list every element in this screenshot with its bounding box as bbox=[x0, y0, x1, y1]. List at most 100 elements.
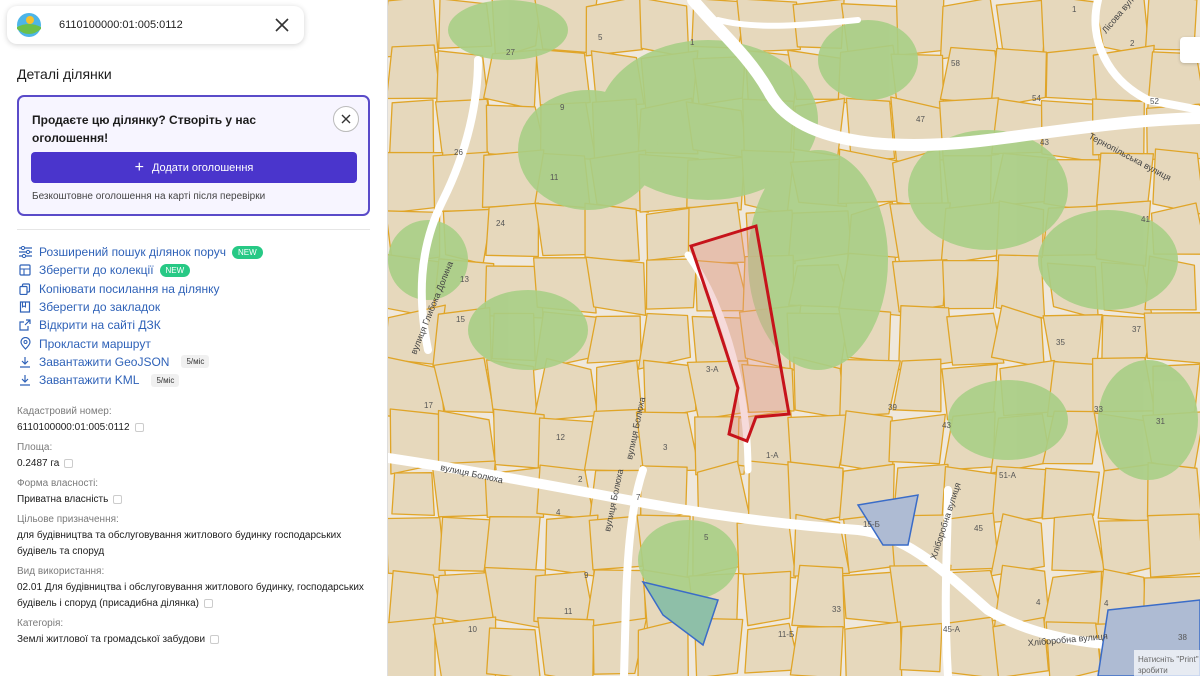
action-label: Зберегти до закладок bbox=[39, 300, 161, 315]
print-hint: Натисніть "Print" зробити скріншот bbox=[1134, 650, 1200, 676]
house-number: 58 bbox=[951, 59, 960, 68]
copy-icon[interactable] bbox=[203, 598, 213, 608]
download-icon bbox=[18, 373, 32, 387]
parcel[interactable] bbox=[645, 258, 698, 310]
nearby-search-link[interactable]: Розширений пошук ділянок поруч NEW bbox=[18, 243, 263, 261]
download-geojson-action[interactable]: Завантажити GeoJSON 5/міс bbox=[18, 353, 263, 371]
new-badge: NEW bbox=[159, 263, 191, 277]
parcel[interactable] bbox=[586, 315, 642, 364]
parcel[interactable] bbox=[534, 202, 590, 257]
parcel[interactable] bbox=[736, 521, 797, 579]
parcel[interactable] bbox=[438, 516, 492, 572]
house-number: 11-Б bbox=[778, 630, 794, 639]
category-value: Землі житлової та громадської забудови bbox=[17, 634, 206, 645]
copy-icon[interactable] bbox=[64, 458, 74, 468]
house-number: 27 bbox=[506, 48, 515, 57]
parcel[interactable] bbox=[433, 357, 495, 414]
house-number: 43 bbox=[942, 421, 951, 430]
parcel[interactable] bbox=[899, 622, 943, 673]
limit-badge: 5/міс bbox=[151, 373, 180, 387]
copy-icon[interactable] bbox=[210, 634, 220, 644]
parcel[interactable] bbox=[432, 616, 497, 676]
parcel[interactable] bbox=[888, 413, 946, 465]
building-layer-button[interactable] bbox=[1180, 37, 1200, 63]
parcel[interactable] bbox=[492, 408, 546, 470]
cadastral-number-value: 6110100000:01:005:0112 bbox=[17, 422, 130, 433]
parcel[interactable] bbox=[789, 625, 844, 676]
parcel[interactable] bbox=[584, 202, 640, 263]
house-number: 52 bbox=[1150, 97, 1159, 106]
parcel[interactable] bbox=[941, 259, 1001, 310]
filter-icon bbox=[18, 245, 32, 259]
usage-value: 02.01 Для будівництва і обслуговування ж… bbox=[17, 582, 364, 609]
parcel[interactable] bbox=[585, 256, 647, 316]
ownership-label: Форма власності: bbox=[17, 478, 99, 489]
green-area bbox=[948, 380, 1068, 460]
download-kml-action[interactable]: Завантажити KML 5/міс bbox=[18, 371, 263, 389]
actions-list: Розширений пошук ділянок поруч NEW Збере… bbox=[18, 243, 263, 389]
parcel[interactable] bbox=[485, 627, 541, 676]
parcel[interactable] bbox=[742, 570, 792, 627]
location-pin-icon bbox=[18, 337, 32, 351]
panel-title: Деталі ділянки bbox=[17, 66, 112, 82]
house-number: 54 bbox=[1032, 94, 1041, 103]
ownership-value: Приватна власність bbox=[17, 494, 109, 505]
house-number: 4 bbox=[1036, 598, 1041, 607]
house-number: 38 bbox=[1178, 633, 1187, 642]
house-number: 11 bbox=[550, 173, 559, 182]
house-number: 9 bbox=[560, 103, 565, 112]
category-label: Категорія: bbox=[17, 618, 64, 629]
parcel[interactable] bbox=[388, 44, 442, 100]
parcel[interactable] bbox=[844, 621, 903, 676]
green-area bbox=[1038, 210, 1178, 310]
bookmark-action[interactable]: Зберегти до закладок bbox=[18, 298, 263, 316]
plus-icon: + bbox=[134, 158, 144, 176]
house-number: 5 bbox=[704, 533, 709, 542]
close-icon[interactable] bbox=[272, 15, 292, 35]
copy-icon[interactable] bbox=[134, 422, 144, 432]
promo-close-button[interactable] bbox=[333, 106, 359, 132]
parcel[interactable] bbox=[1147, 513, 1200, 578]
search-box[interactable]: 6110100000:01:005:0112 bbox=[7, 6, 304, 44]
parcel[interactable] bbox=[585, 0, 644, 57]
parcel[interactable] bbox=[891, 259, 948, 313]
house-number: 15-Б bbox=[863, 520, 880, 529]
house-number: 39 bbox=[888, 403, 897, 412]
cadastral-number-label: Кадастровий номер: bbox=[17, 406, 112, 417]
parcel[interactable] bbox=[1045, 621, 1102, 676]
parcel[interactable] bbox=[1143, 312, 1200, 364]
parcel[interactable] bbox=[388, 617, 436, 676]
house-number: 47 bbox=[916, 115, 925, 124]
parcel[interactable] bbox=[1041, 467, 1100, 520]
parcel[interactable] bbox=[942, 512, 1000, 571]
house-number: 5 bbox=[598, 33, 603, 42]
area-row: 0.2487 га bbox=[17, 456, 377, 472]
promo-title: Продаєте цю ділянку? Створіть у нас огол… bbox=[32, 113, 257, 145]
parcel[interactable] bbox=[537, 617, 595, 676]
route-action[interactable]: Прокласти маршрут bbox=[18, 334, 263, 352]
copy-link-action[interactable]: Копіювати посилання на ділянку bbox=[18, 280, 263, 298]
save-to-collection-link[interactable]: Зберегти до колекції NEW bbox=[18, 261, 263, 279]
house-number: 43 bbox=[1040, 138, 1049, 147]
action-label: Розширений пошук ділянок поруч bbox=[39, 245, 226, 260]
house-number: 31 bbox=[1156, 417, 1165, 426]
house-number: 15 bbox=[456, 315, 465, 324]
map-canvas[interactable]: вулиця Глибока Долина вулиця Болюха вули… bbox=[388, 0, 1200, 676]
house-number: 41 bbox=[1141, 215, 1150, 224]
parcel[interactable] bbox=[485, 202, 540, 258]
search-input[interactable]: 6110100000:01:005:0112 bbox=[59, 19, 272, 31]
parcel[interactable] bbox=[388, 516, 447, 579]
open-dzk-action[interactable]: Відкрити на сайті ДЗК bbox=[18, 316, 263, 334]
usage-row: 02.01 Для будівництва і обслуговування ж… bbox=[17, 580, 377, 612]
parcel-details-panel: 6110100000:01:005:0112 Деталі ділянки Пр… bbox=[0, 0, 388, 676]
copy-icon[interactable] bbox=[113, 494, 123, 504]
parcel[interactable] bbox=[791, 564, 846, 629]
add-listing-button[interactable]: + Додати оголошення bbox=[31, 152, 357, 183]
usage-label: Вид використання: bbox=[17, 566, 105, 577]
cadastral-map[interactable]: вулиця Глибока Долина вулиця Болюха вули… bbox=[388, 0, 1200, 676]
green-area bbox=[818, 20, 918, 100]
house-number: 33 bbox=[1094, 405, 1103, 414]
ownership-row: Приватна власність bbox=[17, 492, 377, 508]
parcel[interactable] bbox=[839, 410, 894, 475]
parcel[interactable] bbox=[391, 472, 435, 517]
